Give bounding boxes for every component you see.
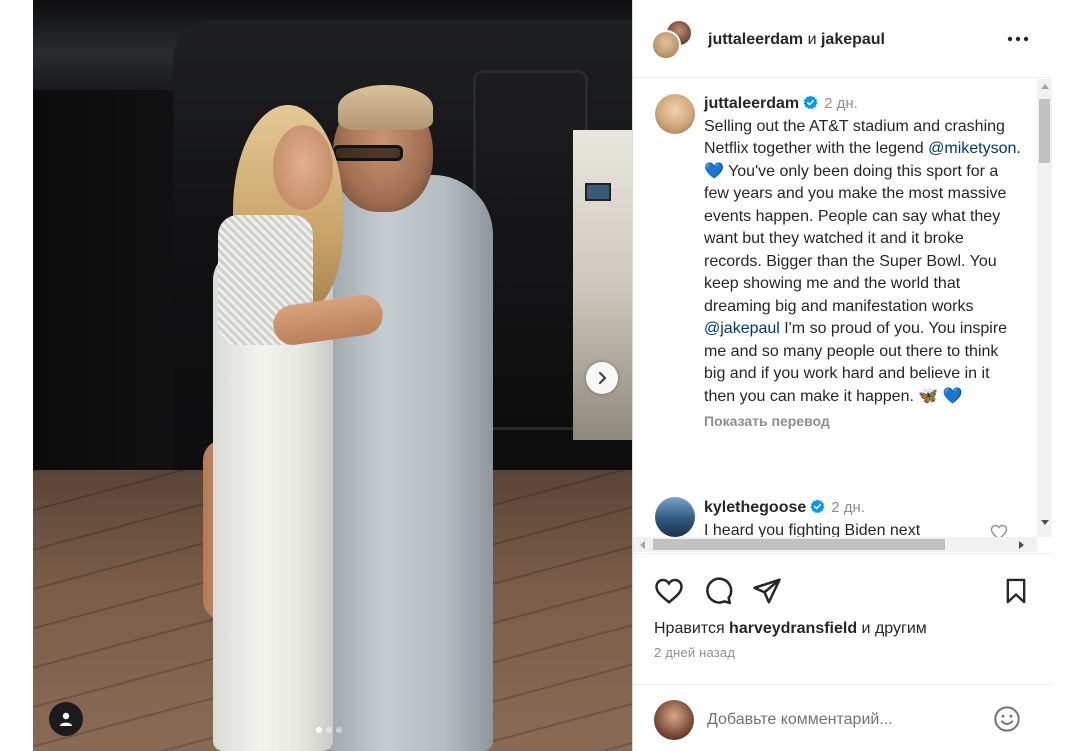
mention-jakepaul[interactable]: @jakepaul bbox=[704, 320, 780, 337]
verified-badge-icon bbox=[803, 95, 818, 110]
comment-item: kylethegoose 2 дн. I heard you fighting B… bbox=[704, 497, 1022, 537]
vertical-scrollbar[interactable] bbox=[1037, 79, 1052, 537]
likes-prefix: Нравится bbox=[654, 620, 730, 637]
comment-time: 2 дн. bbox=[831, 499, 865, 516]
verified-badge-icon bbox=[810, 499, 825, 514]
tagged-users-button[interactable] bbox=[49, 702, 83, 736]
like-comment-heart-icon[interactable] bbox=[990, 523, 1008, 537]
caption-username[interactable]: juttaleerdam bbox=[704, 95, 799, 112]
likes-summary: Нравится harveydransfield и другим bbox=[654, 620, 927, 638]
avatar[interactable] bbox=[655, 497, 695, 537]
photo-van-screen bbox=[585, 183, 611, 201]
comment-text: I heard you fighting Biden next bbox=[704, 521, 921, 538]
post-authors: juttaleerdam и jakepaul bbox=[708, 31, 885, 49]
photo-man-suit bbox=[323, 175, 493, 751]
bookmark-icon bbox=[1006, 578, 1026, 604]
mention-miketyson[interactable]: @miketyson bbox=[928, 140, 1016, 157]
scroll-down-arrow-icon[interactable] bbox=[1041, 520, 1049, 525]
author-link-jakepaul[interactable]: jakepaul bbox=[821, 31, 885, 48]
comment-username[interactable]: kylethegoose bbox=[704, 499, 806, 516]
add-comment-bar bbox=[633, 684, 1052, 751]
post-actions: Нравится harveydransfield и другим 2 дне… bbox=[633, 553, 1052, 751]
photo-man-hair bbox=[338, 85, 433, 130]
post-date[interactable]: 2 дней назад bbox=[654, 645, 735, 660]
carousel-dot bbox=[336, 727, 342, 733]
scroll-up-arrow-icon[interactable] bbox=[1041, 84, 1049, 89]
next-slide-button[interactable] bbox=[586, 362, 618, 394]
post-header: juttaleerdam и jakepaul bbox=[633, 0, 1052, 78]
more-options-button[interactable] bbox=[1005, 27, 1031, 51]
emoji-button[interactable] bbox=[991, 703, 1023, 735]
avatar[interactable] bbox=[651, 30, 681, 60]
paper-plane-icon bbox=[753, 578, 781, 604]
author-link-juttaleerdam[interactable]: juttaleerdam bbox=[708, 31, 803, 48]
liker-link[interactable]: harveydransfield bbox=[729, 620, 857, 637]
carousel-indicator bbox=[316, 727, 342, 733]
horizontal-scrollbar[interactable] bbox=[633, 537, 1037, 552]
save-button[interactable] bbox=[999, 574, 1033, 608]
scrollbar-thumb[interactable] bbox=[1039, 99, 1050, 163]
post-photo[interactable] bbox=[33, 0, 632, 751]
collab-avatars[interactable] bbox=[651, 19, 695, 61]
comment-bubble-icon bbox=[706, 577, 733, 605]
likes-others-link[interactable]: и другим bbox=[857, 620, 927, 637]
carousel-dot bbox=[326, 727, 332, 733]
carousel-dot bbox=[316, 727, 322, 733]
caption-time: 2 дн. bbox=[824, 95, 858, 112]
avatar[interactable] bbox=[655, 94, 695, 134]
caption-text: . 💙 You've only been doing this sport fo… bbox=[704, 140, 1021, 315]
chevron-right-icon bbox=[598, 371, 607, 385]
smiley-icon bbox=[994, 706, 1020, 732]
photo-glasses bbox=[333, 145, 403, 161]
like-button[interactable] bbox=[652, 574, 686, 608]
authors-connector: и bbox=[803, 31, 821, 48]
scrollbar-thumb[interactable] bbox=[653, 539, 945, 550]
caption: juttaleerdam 2 дн. Selling out the AT&T s… bbox=[704, 93, 1022, 433]
show-translation-link[interactable]: Показать перевод bbox=[704, 410, 1022, 433]
scroll-right-arrow-icon[interactable] bbox=[1019, 541, 1024, 549]
user-icon bbox=[60, 712, 72, 726]
comments-list[interactable]: juttaleerdam 2 дн. Selling out the AT&T s… bbox=[633, 79, 1037, 537]
avatar bbox=[654, 700, 694, 740]
heart-icon bbox=[655, 578, 683, 604]
post-details-panel: juttaleerdam и jakepaul juttaleerdam 2 дн… bbox=[632, 0, 1052, 751]
share-button[interactable] bbox=[750, 574, 784, 608]
comment-input[interactable] bbox=[707, 707, 977, 733]
more-horizontal-icon bbox=[1007, 36, 1029, 42]
comment-button[interactable] bbox=[701, 574, 735, 608]
photo-woman-face bbox=[273, 125, 333, 210]
scroll-left-arrow-icon[interactable] bbox=[640, 541, 645, 549]
